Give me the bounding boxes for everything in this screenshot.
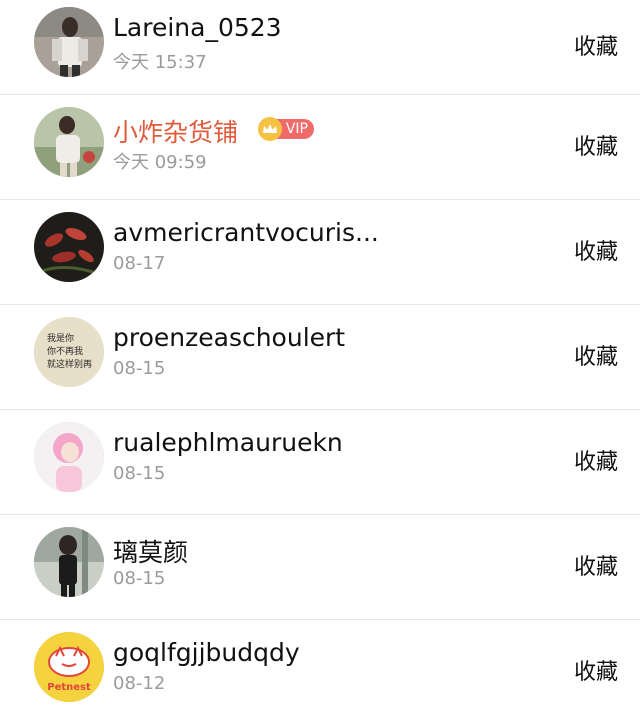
username[interactable]: Lareina_0523	[113, 13, 282, 42]
avatar[interactable]	[34, 212, 104, 282]
user-list: Lareina_0523 今天 15:37 收藏 小炸杂货铺 VIP 今天 09…	[0, 0, 640, 725]
favorite-button[interactable]: 收藏	[574, 234, 618, 266]
avatar-text: Petnest	[47, 682, 91, 693]
favorite-button[interactable]: 收藏	[574, 444, 618, 476]
avatar[interactable]: Petnest	[34, 632, 104, 702]
avatar-image	[34, 527, 104, 597]
favorite-button[interactable]: 收藏	[574, 654, 618, 686]
list-item[interactable]: Lareina_0523 今天 15:37 收藏	[0, 0, 640, 95]
favorite-button[interactable]: 收藏	[574, 339, 618, 371]
avatar[interactable]: 我是你 你不再我 就这样别再	[34, 317, 104, 387]
timestamp: 今天 09:59	[113, 152, 207, 173]
list-item[interactable]: 小炸杂货铺 VIP 今天 09:59 收藏	[0, 95, 640, 200]
username[interactable]: proenzeaschoulert	[113, 323, 345, 352]
list-item[interactable]: 我是你 你不再我 就这样别再 proenzeaschoulert 08-15 收…	[0, 305, 640, 410]
avatar-image	[34, 107, 104, 177]
avatar-text: 你不再我	[47, 345, 83, 357]
avatar-image	[34, 422, 104, 492]
list-item[interactable]: Petnest goqlfgjjbudqdy 08-12 收藏	[0, 620, 640, 725]
avatar-text: 就这样别再	[47, 358, 92, 370]
timestamp: 08-15	[113, 358, 166, 379]
timestamp: 08-15	[113, 463, 166, 484]
timestamp: 今天 15:37	[113, 52, 207, 73]
timestamp: 08-15	[113, 568, 166, 589]
avatar-image: Petnest	[34, 632, 104, 702]
favorite-button[interactable]: 收藏	[574, 549, 618, 581]
avatar-image	[34, 212, 104, 282]
avatar[interactable]	[34, 422, 104, 492]
username[interactable]: 璃莫颜	[113, 533, 188, 569]
avatar[interactable]	[34, 107, 104, 177]
list-item[interactable]: avmericrantvocuris... 08-17 收藏	[0, 200, 640, 305]
username[interactable]: avmericrantvocuris...	[113, 218, 379, 247]
timestamp: 08-17	[113, 253, 166, 274]
favorite-button[interactable]: 收藏	[574, 129, 618, 161]
username[interactable]: 小炸杂货铺	[113, 113, 238, 149]
vip-badge: VIP	[258, 117, 314, 141]
list-item[interactable]: 璃莫颜 08-15 收藏	[0, 515, 640, 620]
favorite-button[interactable]: 收藏	[574, 29, 618, 61]
avatar[interactable]	[34, 7, 104, 77]
avatar-text: 我是你	[47, 332, 74, 344]
avatar-image: 我是你 你不再我 就这样别再	[34, 317, 104, 387]
username[interactable]: rualephlmauruekn	[113, 428, 343, 457]
avatar[interactable]	[34, 527, 104, 597]
crown-icon	[258, 117, 282, 141]
avatar-image	[34, 7, 104, 77]
timestamp: 08-12	[113, 673, 166, 694]
username[interactable]: goqlfgjjbudqdy	[113, 638, 300, 667]
list-item[interactable]: rualephlmauruekn 08-15 收藏	[0, 410, 640, 515]
